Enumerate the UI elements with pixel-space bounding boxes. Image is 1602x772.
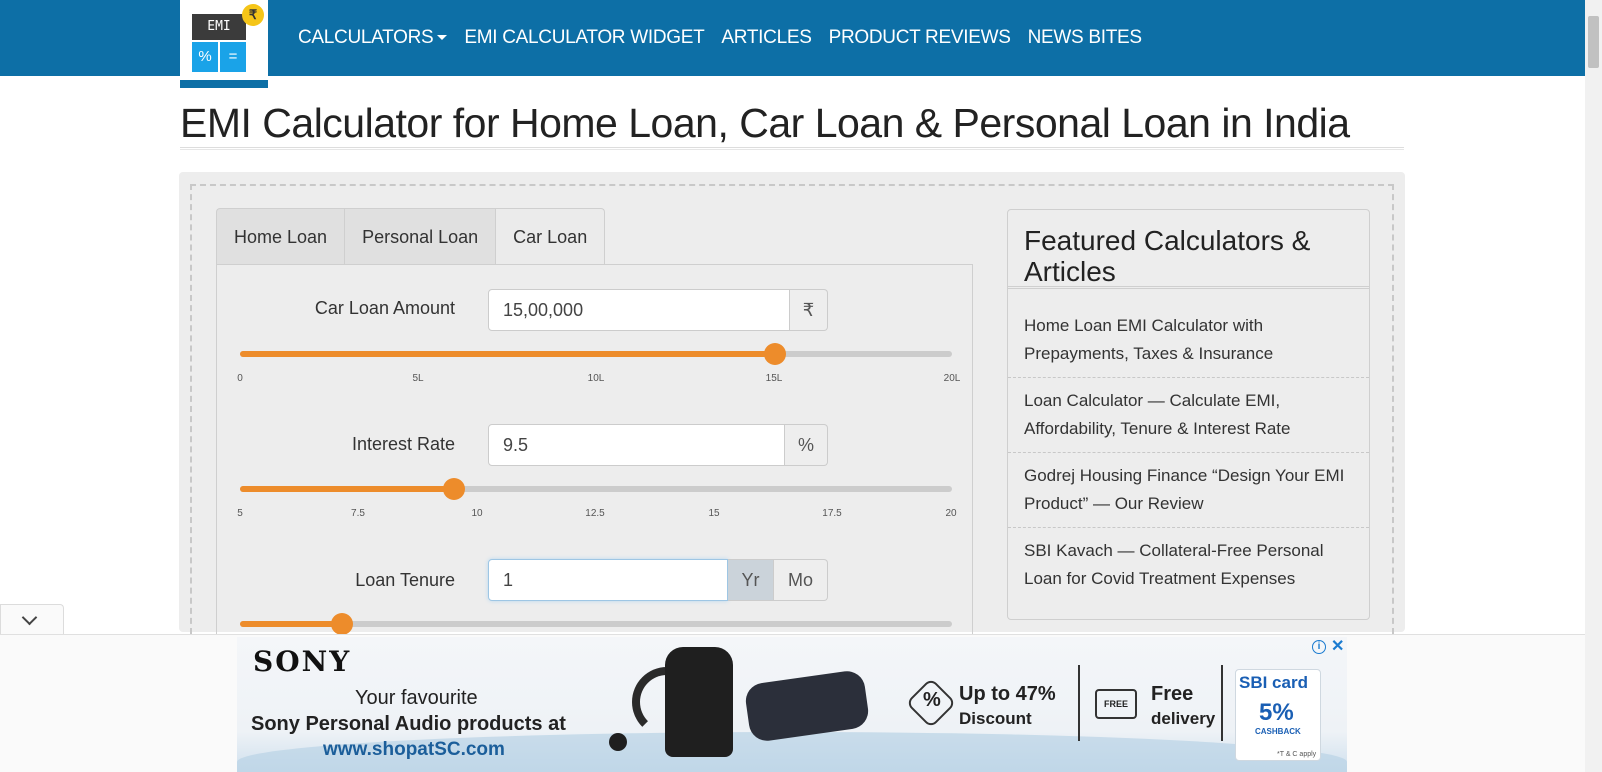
rupee-addon: ₹: [790, 289, 828, 331]
tick-label: 15: [708, 508, 720, 519]
sidebar-link[interactable]: SBI Kavach — Collateral-Free Personal Lo…: [1024, 537, 1354, 593]
logo-key-percent: %: [192, 42, 218, 72]
sidebar-divider: [1008, 452, 1369, 453]
sidebar-title-divider: [1008, 286, 1369, 289]
ad-discount-sub: Discount: [959, 709, 1032, 728]
scrollbar-thumb[interactable]: [1588, 16, 1599, 68]
page-scrollbar[interactable]: [1585, 0, 1602, 772]
slider-handle[interactable]: [443, 478, 465, 500]
truck-icon: FREE: [1095, 689, 1137, 719]
ad-discount-title: Up to 47%: [959, 683, 1056, 705]
tick-label: 10: [471, 508, 483, 519]
loan-amount-group: 15,00,000 ₹: [488, 289, 828, 331]
tick-label: 5: [237, 508, 243, 519]
tenure-year-toggle[interactable]: Yr: [728, 559, 774, 601]
loan-amount-label: Car Loan Amount: [314, 298, 455, 318]
rupee-icon: ₹: [242, 4, 264, 26]
loan-tenure-input[interactable]: 1: [488, 559, 728, 601]
nav-calculators[interactable]: CALCULATORS: [298, 27, 448, 49]
loan-tenure-label: Loan Tenure: [355, 570, 455, 590]
loan-tabs: Home Loan Personal Loan Car Loan: [216, 208, 606, 265]
interest-rate-group: 9.5 %: [488, 424, 828, 466]
cashback-label: CASHBACK: [1255, 727, 1301, 736]
slider-handle[interactable]: [764, 343, 786, 365]
tick-label: 20L: [943, 373, 961, 384]
sony-ad-banner[interactable]: SONY Your favourite Sony Personal Audio …: [237, 637, 1347, 772]
ad-divider: [1078, 665, 1080, 741]
speaker-image: [665, 647, 733, 757]
sidebar-link[interactable]: Loan Calculator — Calculate EMI, Afforda…: [1024, 387, 1354, 443]
featured-sidebar: Featured Calculators & Articles Home Loa…: [1007, 209, 1370, 620]
slider-fill: [240, 351, 774, 357]
ad-terms: *T & C apply: [1277, 751, 1317, 758]
ad-info-icon[interactable]: i: [1312, 640, 1326, 654]
cashback-value: 5%: [1259, 699, 1294, 726]
ad-delivery-sub: delivery: [1151, 709, 1216, 728]
slider-fill: [240, 486, 454, 492]
tab-personal-loan[interactable]: Personal Loan: [344, 208, 496, 265]
sidebar-divider: [1008, 527, 1369, 528]
chevron-down-icon: [21, 609, 38, 626]
logo-key-equals: =: [220, 42, 246, 72]
ad-line-2: Sony Personal Audio products at: [251, 713, 566, 735]
nav-menu: CALCULATORS EMI CALCULATOR WIDGET ARTICL…: [298, 0, 1142, 76]
slider-fill: [240, 621, 342, 627]
sidebar-title: Featured Calculators & Articles: [1024, 225, 1311, 287]
tenure-month-toggle[interactable]: Mo: [774, 559, 828, 601]
sbi-card-logo: SBI card: [1239, 673, 1308, 692]
nav-news-bites[interactable]: NEWS BITES: [1028, 27, 1142, 49]
title-divider: [180, 147, 1404, 150]
loan-tenure-group: 1 Yr Mo: [488, 559, 828, 601]
caret-down-icon: [437, 35, 448, 41]
logo-underline: [180, 80, 268, 88]
tick-label: 5L: [412, 373, 424, 384]
top-navbar: EMI ₹ % = CALCULATORS EMI CALCULATOR WID…: [0, 0, 1585, 88]
nav-calculators-label: CALCULATORS: [298, 27, 434, 48]
tick-label: 17.5: [822, 508, 842, 519]
earbud-image: [609, 733, 627, 751]
interest-rate-label: Interest Rate: [351, 434, 455, 454]
tick-label: 7.5: [351, 508, 365, 519]
percent-addon: %: [785, 424, 828, 466]
ad-brand: SONY: [253, 645, 352, 678]
sidebar-link[interactable]: Godrej Housing Finance “Design Your EMI …: [1024, 462, 1354, 518]
logo-screen: EMI: [192, 14, 246, 40]
sidebar-link[interactable]: Home Loan EMI Calculator with Prepayment…: [1024, 312, 1354, 368]
interest-rate-input[interactable]: 9.5: [488, 424, 785, 466]
ad-url: www.shopatSC.com: [323, 739, 505, 760]
tick-label: 20: [945, 508, 957, 519]
nav-emi-widget[interactable]: EMI CALCULATOR WIDGET: [464, 27, 704, 49]
tick-label: 15L: [765, 373, 783, 384]
loan-amount-input[interactable]: 15,00,000: [488, 289, 790, 331]
nav-articles[interactable]: ARTICLES: [721, 27, 811, 49]
sidebar-divider: [1008, 377, 1369, 378]
tab-home-loan[interactable]: Home Loan: [216, 208, 345, 265]
ad-line-1: Your favourite: [355, 687, 478, 709]
nav-product-reviews[interactable]: PRODUCT REVIEWS: [829, 27, 1011, 49]
page-title: EMI Calculator for Home Loan, Car Loan &…: [180, 100, 1350, 146]
ad-close-icon[interactable]: ✕: [1331, 636, 1344, 656]
tick-label: 0: [237, 373, 243, 384]
tick-label: 12.5: [585, 508, 605, 519]
tab-car-loan[interactable]: Car Loan: [495, 208, 606, 265]
ad-collapse-button[interactable]: [0, 604, 64, 635]
percent-symbol: %: [923, 689, 941, 711]
ad-divider: [1221, 665, 1223, 741]
site-logo[interactable]: EMI ₹ % =: [180, 0, 268, 88]
ad-delivery-title: Free: [1151, 683, 1194, 705]
tick-label: 10L: [587, 373, 605, 384]
slider-handle[interactable]: [331, 613, 353, 635]
